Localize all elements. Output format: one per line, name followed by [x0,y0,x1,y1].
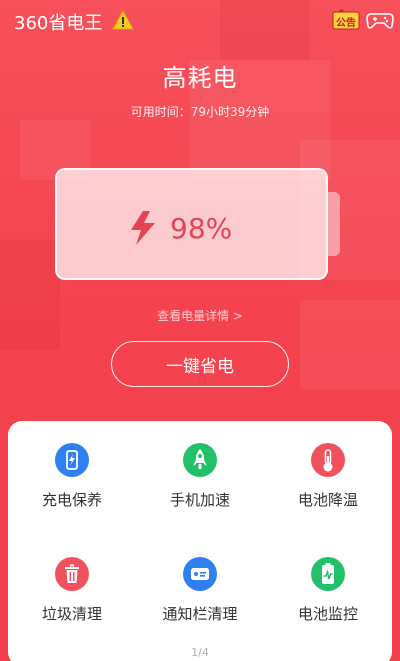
tool-icon-bg [55,443,89,477]
bg-shape [0,240,60,350]
notification-card-icon [191,568,209,580]
battery-details-link[interactable]: 查看电量详情 > [0,307,400,324]
app-title: 360省电王 [14,13,103,34]
battery-tip [328,192,340,256]
rocket-icon [193,449,207,469]
tool-label: 电池监控 [297,605,358,623]
notice-button[interactable]: 公告 [332,9,360,31]
remaining-time: 可用时间：79小时39分钟 [130,105,270,119]
trash-icon [65,564,79,583]
gamepad-icon[interactable] [366,9,394,31]
tool-label: 通知栏清理 [162,605,238,623]
tool-notification-clean[interactable]: 通知栏清理 [136,557,264,624]
tool-charge-maintenance[interactable]: 充电保养 [8,443,136,510]
tool-label: 手机加速 [169,491,230,509]
one-key-save-button[interactable]: 一键省电 [111,341,289,387]
tool-battery-monitor[interactable]: 电池监控 [264,557,392,624]
tool-battery-cooling[interactable]: 电池降温 [264,443,392,510]
tool-label: 电池降温 [297,491,358,509]
tool-phone-speedup[interactable]: 手机加速 [136,443,264,510]
thermometer-icon [323,449,333,472]
tool-icon-bg [55,557,89,591]
tool-icon-bg [183,557,217,591]
tool-icon-bg [311,557,345,591]
tool-junk-clean[interactable]: 垃圾清理 [8,557,136,624]
page-indicator: 1/4 [191,646,209,659]
power-status-title: 高耗电 [162,64,238,92]
tool-label: 充电保养 [41,491,102,509]
battery-percent: 98% [170,212,233,245]
lightning-icon [131,211,155,245]
battery-monitor-icon [322,563,334,584]
warning-icon[interactable] [112,10,134,30]
tool-icon-bg [311,443,345,477]
notice-label: 公告 [336,18,356,29]
tools-panel: 充电保养 手机加速 电池降温 垃圾清理 通知栏清理 电池监控 [8,421,392,661]
phone-charge-icon [66,450,78,470]
tool-icon-bg [183,443,217,477]
tool-label: 垃圾清理 [41,605,102,623]
top-bar: 360省电王 公告 [0,0,400,42]
